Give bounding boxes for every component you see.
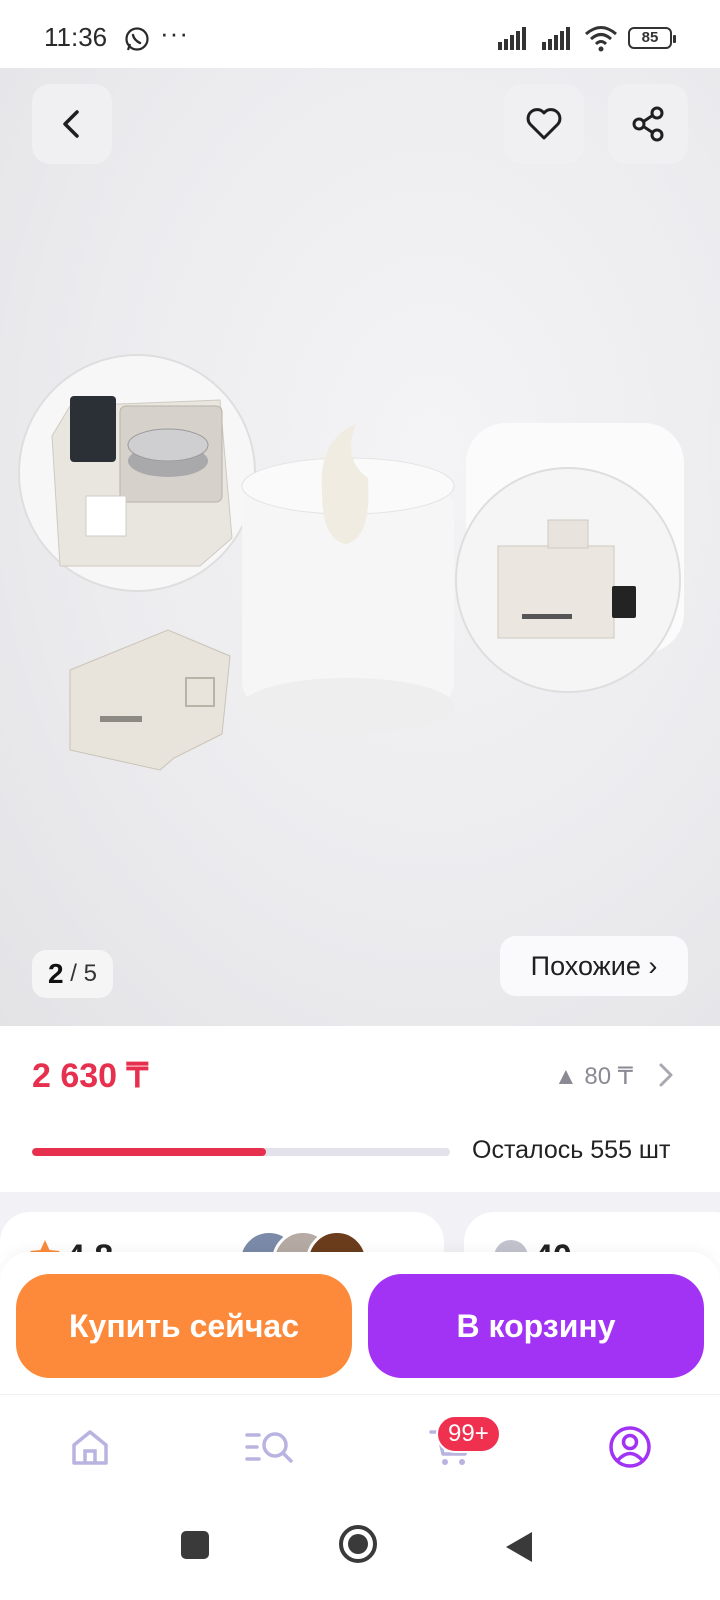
- signal-icon: [498, 27, 526, 50]
- nav-profile[interactable]: [600, 1417, 660, 1477]
- profile-icon: [609, 1426, 651, 1468]
- nav-catalog[interactable]: [240, 1417, 300, 1477]
- more-notifications-icon: ···: [160, 18, 189, 48]
- share-button[interactable]: [608, 84, 688, 164]
- bottom-navigation: 99+: [0, 1394, 720, 1504]
- image-counter: 2 / 5: [32, 950, 113, 998]
- price-card: 2 630 ₸ ▲ 80 ₸ Осталось 555 шт: [0, 1026, 720, 1192]
- wifi-icon: [585, 26, 617, 52]
- home-icon: [72, 1430, 108, 1465]
- catalog-search-icon: [245, 1432, 293, 1463]
- image-counter-current: 2: [48, 958, 64, 989]
- status-time: 11:36: [44, 22, 108, 52]
- battery-icon: 85: [628, 27, 676, 49]
- purchase-action-bar: Купить сейчас В корзину: [0, 1252, 720, 1394]
- product-image-gallery[interactable]: 2 / 5 Похожие ›: [0, 68, 720, 1028]
- image-counter-total: / 5: [70, 960, 97, 987]
- stock-progress-bar: [32, 1148, 450, 1156]
- heart-icon: [526, 108, 562, 140]
- stock-progress-fill: [32, 1148, 267, 1156]
- similar-products-button[interactable]: Похожие ›: [500, 936, 688, 996]
- chevron-right-icon[interactable]: [656, 1060, 676, 1090]
- chevron-left-icon: [63, 110, 79, 138]
- status-bar: 11:36 ··· 85: [0, 0, 720, 68]
- product-photo: [18, 354, 684, 771]
- share-icon: [632, 106, 664, 142]
- home-system-icon[interactable]: [338, 1524, 378, 1564]
- signal-icon-2: [542, 27, 570, 50]
- favorite-button[interactable]: [504, 84, 584, 164]
- recent-apps-icon[interactable]: [180, 1530, 210, 1560]
- nav-home[interactable]: [60, 1417, 120, 1477]
- whatsapp-icon: [125, 27, 149, 51]
- system-navigation-bar: [0, 1504, 720, 1600]
- product-price: 2 630 ₸: [32, 1057, 149, 1095]
- back-system-icon[interactable]: [504, 1530, 534, 1564]
- back-button[interactable]: [32, 84, 112, 164]
- cart-badge: 99+: [436, 1415, 501, 1453]
- buy-now-button[interactable]: Купить сейчас: [16, 1274, 352, 1378]
- price-change[interactable]: ▲ 80 ₸: [554, 1062, 633, 1091]
- add-to-cart-button[interactable]: В корзину: [368, 1274, 704, 1378]
- stock-remaining: Осталось 555 шт: [472, 1136, 671, 1164]
